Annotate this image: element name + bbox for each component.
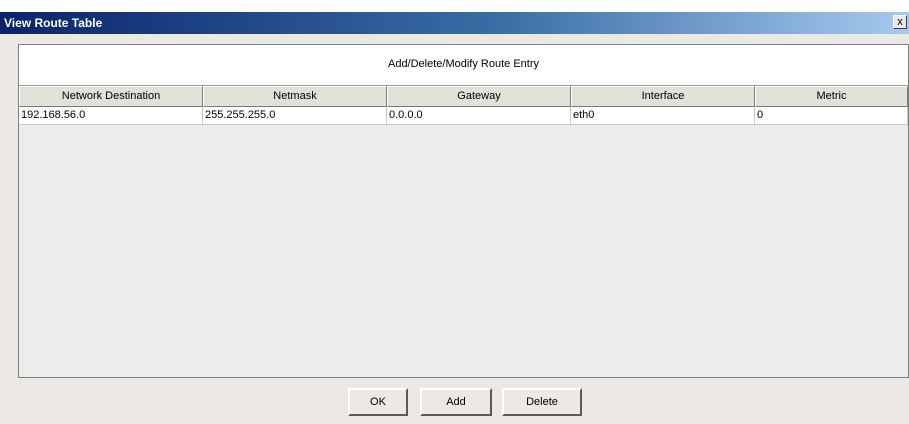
delete-button[interactable]: Delete	[502, 388, 582, 416]
table-header-row: Network Destination Netmask Gateway Inte…	[19, 86, 908, 107]
cell-gateway[interactable]: 0.0.0.0	[387, 107, 571, 125]
route-entry-panel: Add/Delete/Modify Route Entry Network De…	[18, 44, 909, 378]
route-table: Network Destination Netmask Gateway Inte…	[19, 86, 908, 377]
panel-header: Add/Delete/Modify Route Entry	[19, 45, 908, 86]
column-header-network-destination[interactable]: Network Destination	[19, 86, 203, 107]
column-header-netmask[interactable]: Netmask	[203, 86, 387, 107]
ok-button[interactable]: OK	[348, 388, 408, 416]
panel-title: Add/Delete/Modify Route Entry	[387, 58, 540, 70]
cell-metric[interactable]: 0	[755, 107, 908, 125]
column-header-gateway[interactable]: Gateway	[387, 86, 571, 107]
route-table-dialog: View Route Table x Add/Delete/Modify Rou…	[0, 12, 909, 424]
window-title: View Route Table	[4, 16, 103, 30]
title-bar[interactable]: View Route Table x	[0, 12, 909, 34]
table-row[interactable]: 192.168.56.0 255.255.255.0 0.0.0.0 eth0 …	[19, 107, 908, 125]
button-bar: OK Add Delete	[0, 382, 909, 416]
cell-netmask[interactable]: 255.255.255.0	[203, 107, 387, 125]
add-button[interactable]: Add	[420, 388, 492, 416]
column-header-metric[interactable]: Metric	[755, 86, 908, 107]
cell-interface[interactable]: eth0	[571, 107, 755, 125]
column-header-interface[interactable]: Interface	[571, 86, 755, 107]
cell-network-destination[interactable]: 192.168.56.0	[19, 107, 203, 125]
close-button[interactable]: x	[893, 15, 907, 29]
